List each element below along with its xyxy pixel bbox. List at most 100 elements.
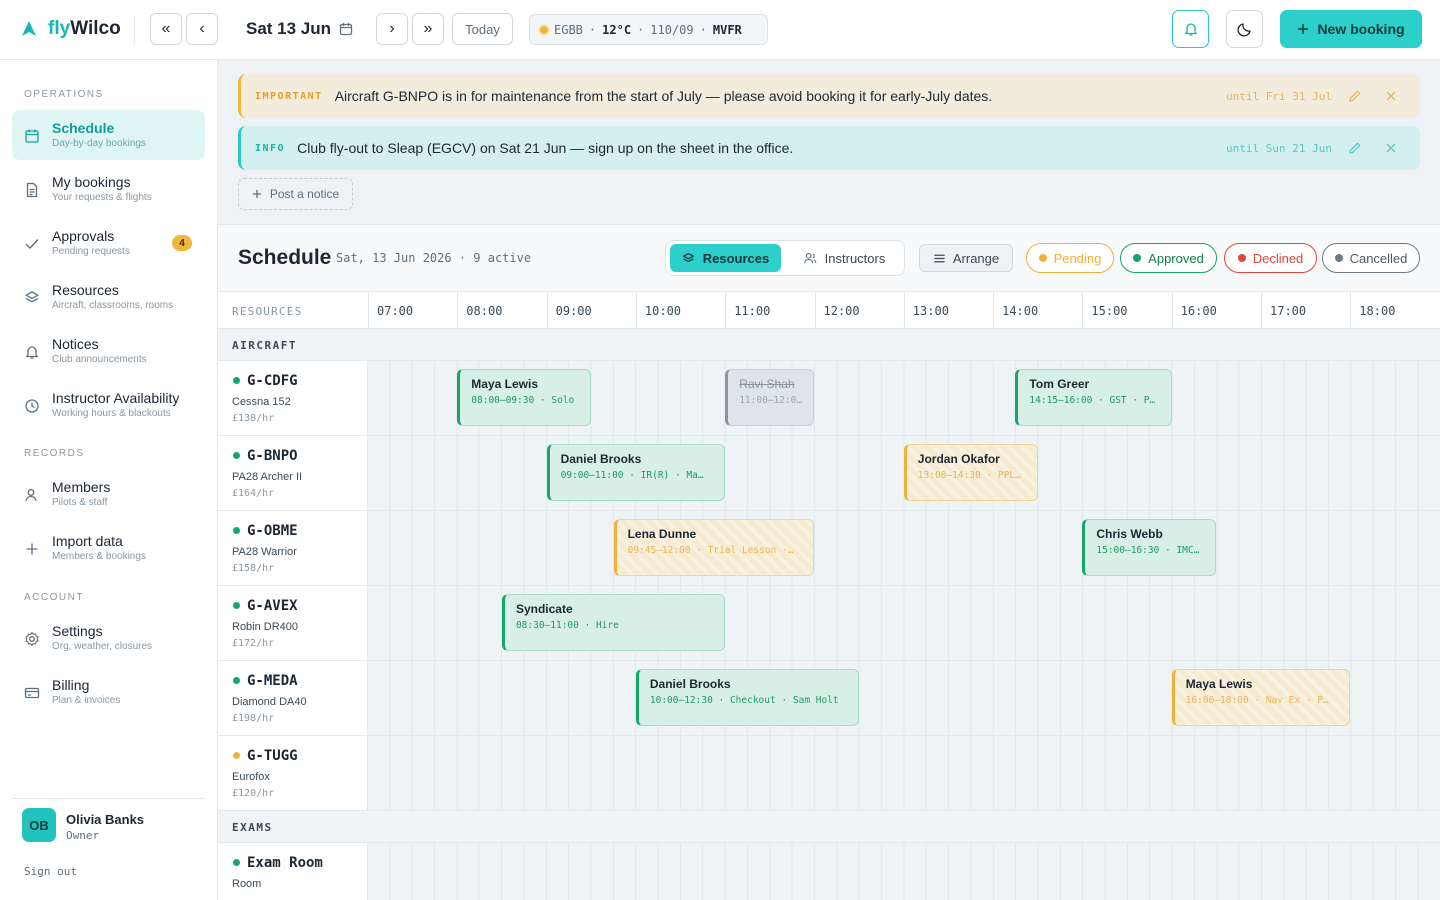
hour-label: 07:00 — [368, 292, 457, 329]
resource-cell[interactable]: G-AVEX Robin DR400 £172/hr — [218, 586, 368, 661]
sidebar-item-notices[interactable]: Notices Club announcements — [12, 326, 205, 376]
booking-block[interactable]: Ravi Shah 11:00–12:0… — [725, 369, 815, 426]
app-logo[interactable]: flyWilco — [20, 18, 121, 40]
theme-toggle-button[interactable] — [1226, 10, 1263, 48]
resource-rate: £120/hr — [232, 788, 275, 799]
booking-block[interactable]: Chris Webb 15:00–16:30 · IMC… — [1082, 519, 1217, 576]
edit-icon[interactable] — [1348, 89, 1362, 103]
booking-block[interactable]: Syndicate 08:30–11:00 · Hire — [501, 594, 726, 651]
timeline-row[interactable] — [368, 736, 1440, 811]
timeline-row[interactable]: Syndicate 08:30–11:00 · Hire — [368, 586, 1440, 661]
sidebar-item-my-bookings[interactable]: My bookings Your requests & flights — [12, 164, 205, 214]
resource-cell[interactable]: Exam Room Room — [218, 843, 368, 900]
booking-details: 09:00–11:00 · IR(R) · Ma… — [560, 470, 704, 481]
card-icon — [24, 687, 40, 699]
sign-out-link[interactable]: Sign out — [24, 865, 77, 878]
booking-block[interactable]: Maya Lewis 08:00–09:30 · Solo — [457, 369, 592, 426]
resource-rate: £138/hr — [232, 413, 275, 424]
calendar-icon — [339, 23, 353, 36]
filter-approved-button[interactable]: Approved — [1120, 243, 1217, 273]
sidebar-item-label: My bookings — [52, 174, 131, 190]
view-resources-button[interactable]: Resources — [670, 244, 781, 272]
booking-block[interactable]: Lena Dunne 09:45–12:00 · Trial Lesson ·… — [613, 519, 815, 576]
close-icon[interactable] — [1384, 141, 1398, 155]
sidebar-item-approvals[interactable]: Approvals Pending requests 4 — [12, 218, 205, 268]
sidebar-item-import-data[interactable]: Import data Members & bookings — [12, 523, 205, 573]
booking-block[interactable]: Maya Lewis 16:00–18:00 · Nav Ex · P… — [1171, 669, 1351, 726]
user-profile[interactable]: OB Olivia Banks Owner — [12, 798, 205, 842]
next-day-button[interactable]: › — [376, 13, 408, 45]
timeline-row[interactable]: Maya Lewis 08:00–09:30 · Solo Ravi Shah 11:… — [368, 361, 1440, 436]
sidebar-item-schedule[interactable]: Schedule Day-by-day bookings — [12, 110, 205, 160]
gear-icon — [25, 631, 39, 647]
sidebar-item-members[interactable]: Members Pilots & staff — [12, 469, 205, 519]
booking-block[interactable]: Daniel Brooks 09:00–11:00 · IR(R) · Ma… — [546, 444, 726, 501]
prev-day-button[interactable]: ‹ — [186, 13, 218, 45]
notice-until: until Fri 31 Jul — [1226, 89, 1332, 103]
notice-important: IMPORTANT Aircraft G-BNPO is in for main… — [238, 74, 1420, 118]
sidebar-item-label: Import data — [52, 533, 123, 549]
hour-label: 11:00 — [725, 292, 814, 329]
booking-block[interactable]: Daniel Brooks 10:00–12:30 · Checkout · Sa… — [635, 669, 860, 726]
timeline-row[interactable]: Lena Dunne 09:45–12:00 · Trial Lesson ·… C… — [368, 511, 1440, 586]
sidebar-item-sub: Org, weather, closures — [52, 641, 153, 652]
view-instructors-button[interactable]: Instructors — [788, 244, 900, 272]
bell-icon — [1184, 23, 1197, 36]
booking-block[interactable]: Jordan Okafor 13:00–14:30 · PPL… — [903, 444, 1038, 501]
weather-badge[interactable]: EGBB · 12°C · 110/09 · MVFR — [529, 14, 768, 45]
filter-label: Pending — [1053, 250, 1102, 266]
booking-block[interactable]: Tom Greer 14:15–16:00 · GST · P… — [1015, 369, 1172, 426]
filter-pending-button[interactable]: Pending — [1026, 243, 1114, 273]
timeline-row[interactable] — [368, 843, 1440, 900]
resource-type: Eurofox — [232, 771, 270, 783]
hour-label: 08:00 — [457, 292, 546, 329]
resource-name: G-AVEX — [247, 598, 298, 614]
resource-cell[interactable]: G-OBME PA28 Warrior £158/hr — [218, 511, 368, 586]
status-dot — [233, 452, 240, 459]
arrange-button[interactable]: Arrange — [919, 244, 1013, 272]
moon-icon — [1236, 23, 1251, 37]
booking-pilot: Daniel Brooks — [649, 677, 731, 691]
resource-cell[interactable]: G-TUGG Eurofox £120/hr — [218, 736, 368, 811]
resource-cell[interactable]: G-MEDA Diamond DA40 £198/hr — [218, 661, 368, 736]
date-picker[interactable]: Sat 13 Jun — [246, 19, 353, 39]
booking-pilot: Tom Greer — [1029, 377, 1090, 391]
filter-declined-button[interactable]: Declined — [1224, 243, 1317, 273]
hour-label: 12:00 — [814, 292, 904, 329]
hour-label: 15:00 — [1082, 292, 1171, 329]
sidebar-item-billing[interactable]: Billing Plan & invoices — [12, 667, 205, 717]
timeline-row[interactable]: Daniel Brooks 09:00–11:00 · IR(R) · Ma… Jo… — [368, 436, 1440, 511]
sidebar-item-sub: Your requests & flights — [52, 192, 152, 203]
today-button[interactable]: Today — [452, 13, 513, 45]
edit-icon[interactable] — [1348, 141, 1362, 155]
sidebar-item-sub: Plan & invoices — [52, 695, 121, 706]
next-week-button[interactable]: » — [412, 13, 444, 45]
plus-icon — [26, 543, 38, 555]
resource-rate: £198/hr — [232, 713, 275, 724]
sidebar-item-settings[interactable]: Settings Org, weather, closures — [12, 613, 205, 663]
hour-label: 10:00 — [635, 292, 725, 329]
sidebar-item-label: Approvals — [52, 228, 115, 244]
filter-cancelled-button[interactable]: Cancelled — [1322, 243, 1420, 273]
resource-cell[interactable]: G-BNPO PA28 Archer II £164/hr — [218, 436, 368, 511]
resource-rate: £172/hr — [232, 638, 275, 649]
status-dot — [233, 859, 240, 866]
sidebar-item-instructor-availability[interactable]: Instructor Availability Working hours & b… — [12, 380, 205, 430]
weather-sep: · — [699, 22, 707, 37]
layers-icon — [682, 252, 694, 262]
booking-details: 11:00–12:0… — [739, 395, 803, 406]
resource-rate: £164/hr — [232, 488, 275, 499]
timeline-row[interactable]: Daniel Brooks 10:00–12:30 · Checkout · Sa… — [368, 661, 1440, 736]
resource-cell[interactable]: G-CDFG Cessna 152 £138/hr — [218, 361, 368, 436]
post-notice-button[interactable]: Post a notice — [238, 178, 353, 210]
resource-name: G-BNPO — [247, 448, 298, 464]
booking-pilot: Ravi Shah — [739, 377, 795, 391]
notifications-button[interactable] — [1172, 10, 1209, 48]
sidebar-item-resources[interactable]: Resources Aircraft, classrooms, rooms — [12, 272, 205, 322]
prev-week-button[interactable]: « — [150, 13, 182, 45]
new-booking-button[interactable]: New booking — [1280, 10, 1422, 48]
close-icon[interactable] — [1384, 89, 1398, 103]
booking-details: 10:00–12:30 · Checkout · Sam Holt — [649, 695, 839, 706]
sidebar-item-sub: Club announcements — [52, 354, 147, 365]
view-instructors-label: Instructors — [824, 250, 886, 266]
